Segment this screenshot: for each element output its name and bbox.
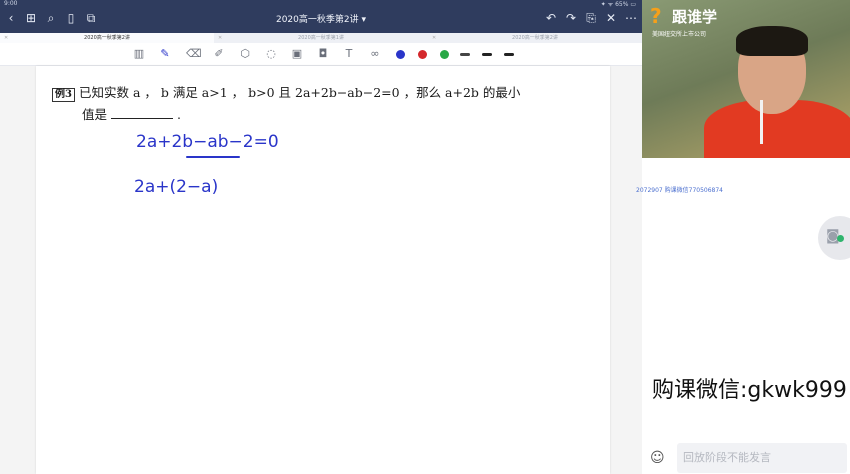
- problem-number: 例3: [52, 88, 75, 102]
- undo-icon[interactable]: ↶: [544, 11, 558, 25]
- problem-line-2: 值是 .: [52, 104, 592, 126]
- close-icon[interactable]: ✕: [604, 11, 618, 25]
- earphone-cable: [760, 100, 763, 144]
- color-red[interactable]: [418, 50, 427, 59]
- status-indicators: ✦ ᯤ 65% ▭: [600, 1, 636, 8]
- brand-name: 跟谁学: [672, 8, 718, 26]
- camera-icon[interactable]: ◘: [316, 47, 330, 61]
- tab-label: 2020高一秋季第1讲: [298, 35, 344, 41]
- participants-icon[interactable]: ☺: [650, 449, 668, 467]
- color-green[interactable]: [440, 50, 449, 59]
- document-title-text: 2020高一秋季第2讲: [275, 15, 359, 25]
- page-view-icon[interactable]: ▥: [132, 47, 146, 61]
- tab-close-icon[interactable]: ✕: [4, 33, 8, 43]
- title-dropdown-icon[interactable]: ▾: [361, 15, 366, 25]
- tab-close-icon[interactable]: ✕: [432, 33, 436, 43]
- handwritten-equation: 2a+2b−ab−2=0: [136, 132, 279, 152]
- status-time: 9:00: [4, 0, 18, 7]
- more-icon[interactable]: ⋯: [624, 11, 638, 25]
- image-icon[interactable]: ▣: [290, 47, 304, 61]
- problem-statement: 已知实数 a ， b 满足 a>1 ， b>0 且 2a+2b−ab−2=0 ，…: [78, 85, 521, 100]
- answer-blank: [111, 106, 173, 119]
- brand-subtitle: 美国纽交所上市公司: [652, 31, 707, 38]
- lasso-icon[interactable]: ◌: [264, 47, 278, 61]
- problem-answer-suffix: .: [176, 107, 181, 122]
- handwritten-expression: 2a+(2−a): [134, 177, 219, 197]
- camera-status-dot: [837, 235, 844, 242]
- text-icon[interactable]: T: [342, 47, 356, 61]
- document-page[interactable]: [36, 66, 610, 474]
- promo-text: 购课微信:gkwk999: [652, 378, 847, 403]
- problem-answer-prefix: 值是: [82, 107, 108, 122]
- problem-line-1: 例3 已知实数 a ， b 满足 a>1 ， b>0 且 2a+2b−ab−2=0…: [52, 82, 592, 104]
- color-blue[interactable]: [396, 50, 405, 59]
- tab-lecture-2[interactable]: ✕ 2020高一秋季第2讲: [0, 33, 214, 43]
- tab-label: 2020高一秋季第2讲: [512, 35, 558, 41]
- tab-lecture-1[interactable]: ✕ 2020高一秋季第1讲: [214, 33, 428, 43]
- watermark-text: 2072907 购课微信770506874: [636, 187, 723, 194]
- stroke-medium[interactable]: [482, 53, 492, 56]
- highlighter-icon[interactable]: ✐: [212, 47, 226, 61]
- tab-lecture-2-copy[interactable]: ✕ 2020高一秋季第2讲: [428, 33, 642, 43]
- eraser-icon[interactable]: ⌫: [186, 47, 202, 61]
- teacher-video[interactable]: ? 跟谁学 美国纽交所上市公司: [642, 0, 850, 158]
- status-bar: 9:00 ✦ ᯤ 65% ▭: [0, 0, 642, 8]
- handwritten-underline: [186, 156, 240, 158]
- problem-text: 例3 已知实数 a ， b 满足 a>1 ， b>0 且 2a+2b−ab−2=0…: [52, 82, 592, 126]
- redo-icon[interactable]: ↷: [564, 11, 578, 25]
- shapes-icon[interactable]: ⬡: [238, 47, 252, 61]
- export-icon[interactable]: ⎘: [584, 11, 598, 25]
- stroke-thin[interactable]: [460, 53, 470, 56]
- stroke-thick[interactable]: [504, 53, 514, 56]
- teacher-hair: [736, 26, 808, 56]
- tab-close-icon[interactable]: ✕: [218, 33, 222, 43]
- tab-label: 2020高一秋季第2讲: [84, 35, 130, 41]
- link-icon[interactable]: ∞: [368, 47, 382, 61]
- brand-logo-icon: ?: [650, 4, 662, 28]
- drawing-toolbar: ▥ ✎ ⌫ ✐ ⬡ ◌ ▣ ◘ T ∞: [0, 43, 642, 66]
- pen-icon[interactable]: ✎: [158, 47, 172, 61]
- chat-input[interactable]: 回放阶段不能发言: [677, 443, 847, 473]
